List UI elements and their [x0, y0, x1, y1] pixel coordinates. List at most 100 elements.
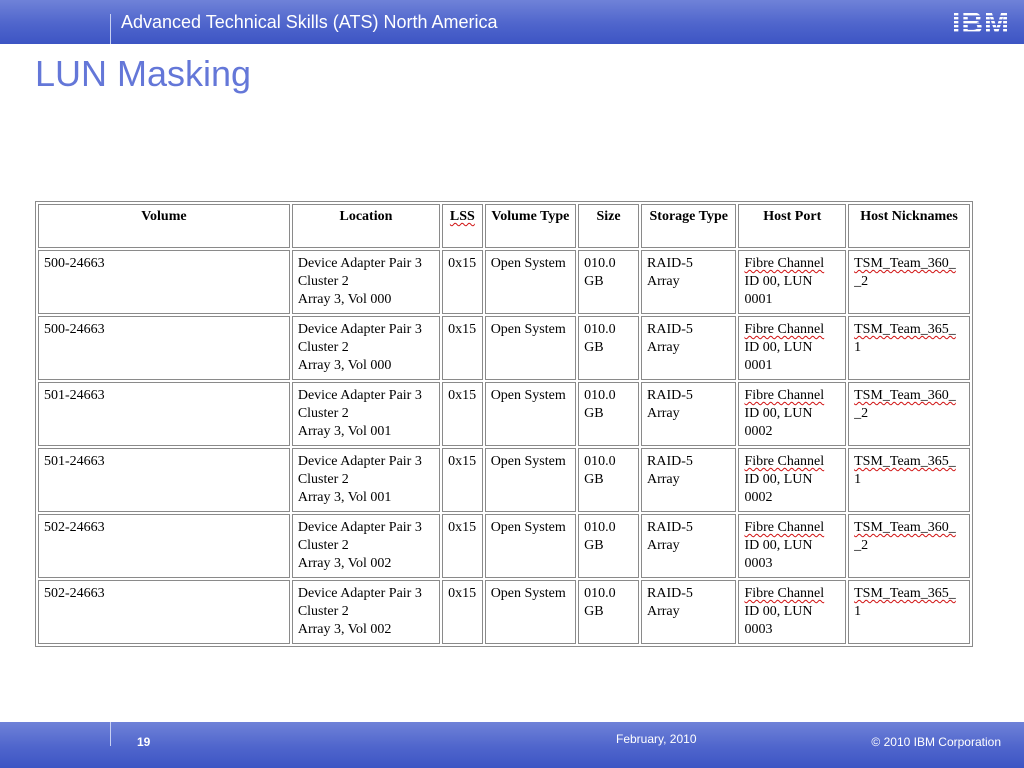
host-nickname-line: _2 [854, 538, 869, 553]
cell-location: Device Adapter Pair 3 Cluster 2 Array 3,… [291, 316, 441, 380]
cell-volume-type: Open System [484, 580, 577, 644]
cell-volume: 502-24663 [38, 580, 290, 644]
cell-host-nickname: TSM_Team_365_ 1 [848, 316, 970, 380]
cell-volume: 501-24663 [38, 382, 290, 446]
storage-type-line: RAID-5 [647, 388, 693, 403]
cell-location: Device Adapter Pair 3 Cluster 2 Array 3,… [291, 514, 441, 578]
column-header-host-nicknames: Host Nicknames [848, 204, 970, 248]
location-line: Array 3, Vol 002 [297, 556, 392, 571]
host-nickname-line: TSM_Team_365_ [854, 454, 956, 469]
size-unit: GB [584, 274, 604, 289]
host-port-line: 0001 [744, 292, 773, 307]
ibm-logo-icon: IBM [952, 7, 1010, 37]
column-header-host-port: Host Port [738, 204, 847, 248]
cell-lss: 0x15 [442, 382, 483, 446]
cell-lss: 0x15 [442, 316, 483, 380]
cell-volume-type: Open System [484, 316, 577, 380]
storage-type-line: Array [647, 538, 680, 553]
org-title: Advanced Technical Skills (ATS) North Am… [121, 12, 498, 32]
cell-host-port: Fibre Channel ID 00, LUN 0001 [738, 250, 847, 314]
host-nickname-line: TSM_Team_360_ [854, 388, 956, 403]
cell-volume: 500-24663 [38, 316, 290, 380]
cell-volume-type: Open System [484, 514, 577, 578]
lss-header-label: LSS [449, 209, 475, 224]
storage-type-line: RAID-5 [647, 256, 693, 271]
cell-lss: 0x15 [442, 580, 483, 644]
cell-volume: 502-24663 [38, 514, 290, 578]
header-bar: Advanced Technical Skills (ATS) North Am… [0, 0, 1024, 44]
cell-location: Device Adapter Pair 3 Cluster 2 Array 3,… [291, 250, 441, 314]
host-port-line: 0003 [744, 622, 773, 637]
cell-host-nickname: TSM_Team_360_ _2 [848, 382, 970, 446]
storage-type-line: RAID-5 [647, 586, 693, 601]
size-value: 010.0 [584, 322, 616, 337]
cell-location: Device Adapter Pair 3 Cluster 2 Array 3,… [291, 580, 441, 644]
location-line: Device Adapter Pair 3 [297, 322, 422, 337]
host-port-line: Fibre Channel [744, 256, 825, 271]
location-line: Array 3, Vol 000 [297, 358, 392, 373]
cell-volume: 500-24663 [38, 250, 290, 314]
cell-location: Device Adapter Pair 3 Cluster 2 Array 3,… [291, 448, 441, 512]
table-row: 502-24663 Device Adapter Pair 3 Cluster … [38, 580, 970, 644]
size-value: 010.0 [584, 454, 616, 469]
cell-lss: 0x15 [442, 448, 483, 512]
cell-host-nickname: TSM_Team_365_ 1 [848, 448, 970, 512]
host-nickname-line: TSM_Team_365_ [854, 586, 956, 601]
host-port-line: 0002 [744, 424, 773, 439]
cell-size: 010.0 GB [578, 448, 639, 512]
size-value: 010.0 [584, 256, 616, 271]
storage-type-line: Array [647, 472, 680, 487]
host-nickname-line: 1 [854, 340, 862, 355]
storage-type-line: Array [647, 274, 680, 289]
storage-type-line: RAID-5 [647, 454, 693, 469]
cell-storage-type: RAID-5 Array [641, 316, 737, 380]
header-divider [110, 14, 111, 44]
location-line: Device Adapter Pair 3 [297, 520, 422, 535]
storage-type-line: Array [647, 340, 680, 355]
location-line: Cluster 2 [297, 472, 349, 487]
host-port-line: 0001 [744, 358, 773, 373]
location-line: Array 3, Vol 000 [297, 292, 392, 307]
location-line: Cluster 2 [297, 274, 349, 289]
cell-location: Device Adapter Pair 3 Cluster 2 Array 3,… [291, 382, 441, 446]
cell-storage-type: RAID-5 Array [641, 514, 737, 578]
storage-type-line: Array [647, 604, 680, 619]
size-value: 010.0 [584, 586, 616, 601]
logo-text: IBM [952, 7, 1010, 37]
table-row: 500-24663 Device Adapter Pair 3 Cluster … [38, 316, 970, 380]
cell-lss: 0x15 [442, 250, 483, 314]
lun-masking-table: Volume Location LSS Volume Type Size Sto… [35, 201, 973, 647]
host-nickname-line: TSM_Team_360_ [854, 256, 956, 271]
location-line: Cluster 2 [297, 538, 349, 553]
cell-size: 010.0 GB [578, 382, 639, 446]
location-line: Device Adapter Pair 3 [297, 586, 422, 601]
cell-volume-type: Open System [484, 250, 577, 314]
location-line: Device Adapter Pair 3 [297, 454, 422, 469]
size-unit: GB [584, 538, 604, 553]
size-value: 010.0 [584, 388, 616, 403]
location-line: Device Adapter Pair 3 [297, 256, 422, 271]
copyright: © 2010 IBM Corporation [871, 735, 1001, 749]
host-nickname-line: _2 [854, 274, 869, 289]
cell-storage-type: RAID-5 Array [641, 580, 737, 644]
cell-lss: 0x15 [442, 514, 483, 578]
cell-host-port: Fibre Channel ID 00, LUN 0003 [738, 514, 847, 578]
host-port-line: Fibre Channel [744, 388, 825, 403]
column-header-volume-type: Volume Type [484, 204, 577, 248]
cell-size: 010.0 GB [578, 316, 639, 380]
host-port-line: Fibre Channel [744, 454, 825, 469]
footer-date: February, 2010 [616, 732, 697, 746]
host-port-line: 0003 [744, 556, 773, 571]
table-header-row: Volume Location LSS Volume Type Size Sto… [38, 204, 970, 248]
cell-host-port: Fibre Channel ID 00, LUN 0001 [738, 316, 847, 380]
storage-type-line: RAID-5 [647, 520, 693, 535]
host-port-line: 0002 [744, 490, 773, 505]
cell-host-port: Fibre Channel ID 00, LUN 0003 [738, 580, 847, 644]
column-header-size: Size [578, 204, 639, 248]
table-row: 501-24663 Device Adapter Pair 3 Cluster … [38, 448, 970, 512]
location-line: Array 3, Vol 001 [297, 490, 392, 505]
cell-host-nickname: TSM_Team_365_ 1 [848, 580, 970, 644]
host-port-line: Fibre Channel [744, 322, 825, 337]
page-number: 19 [137, 735, 151, 749]
cell-size: 010.0 GB [578, 250, 639, 314]
